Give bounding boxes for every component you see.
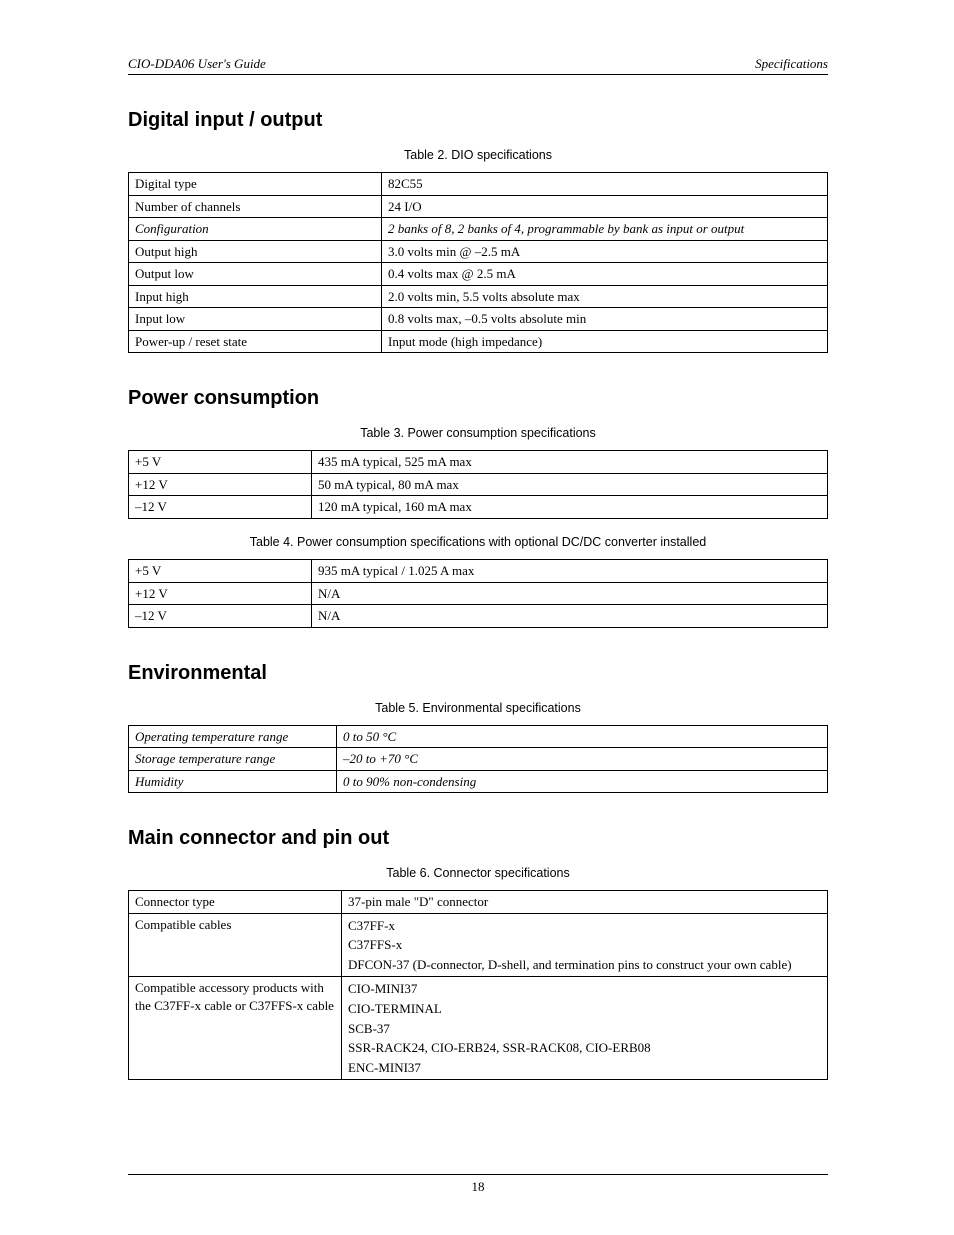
table-row: Output low0.4 volts max @ 2.5 mA <box>129 263 828 286</box>
spec-key: Digital type <box>129 173 382 196</box>
spec-key: Humidity <box>129 770 337 793</box>
heading-conn: Main connector and pin out <box>128 827 828 850</box>
spec-key: Power-up / reset state <box>129 330 382 353</box>
spec-value: 82C55 <box>382 173 828 196</box>
spec-value: N/A <box>312 582 828 605</box>
caption-table4: Table 4. Power consumption specification… <box>128 535 828 549</box>
spec-key: +12 V <box>129 582 312 605</box>
spec-value: C37FF-xC37FFS-xDFCON-37 (D-connector, D-… <box>342 913 828 977</box>
heading-dio: Digital input / output <box>128 109 828 132</box>
spec-value: Input mode (high impedance) <box>382 330 828 353</box>
table-dio: Digital type82C55Number of channels24 I/… <box>128 172 828 353</box>
table-env: Operating temperature range0 to 50 °CSto… <box>128 725 828 794</box>
spec-key: Input high <box>129 285 382 308</box>
table-row: Storage temperature range–20 to +70 °C <box>129 748 828 771</box>
spec-key: +5 V <box>129 560 312 583</box>
table-row: Humidity0 to 90% non-condensing <box>129 770 828 793</box>
spec-value: 2 banks of 8, 2 banks of 4, programmable… <box>382 218 828 241</box>
table-row: Connector type37-pin male "D" connector <box>129 891 828 914</box>
spec-key: Operating temperature range <box>129 725 337 748</box>
spec-value: 0.8 volts max, –0.5 volts absolute min <box>382 308 828 331</box>
table-row: Configuration2 banks of 8, 2 banks of 4,… <box>129 218 828 241</box>
spec-key: Output high <box>129 240 382 263</box>
table-power1: +5 V435 mA typical, 525 mA max+12 V50 mA… <box>128 450 828 519</box>
caption-table5: Table 5. Environmental specifications <box>128 701 828 715</box>
spec-value-line: SCB-37 <box>348 1019 821 1039</box>
spec-value: 0 to 90% non-condensing <box>337 770 828 793</box>
table-row: Operating temperature range0 to 50 °C <box>129 725 828 748</box>
spec-value: –20 to +70 °C <box>337 748 828 771</box>
spec-key: Input low <box>129 308 382 331</box>
table-row: –12 V120 mA typical, 160 mA max <box>129 496 828 519</box>
spec-key: Configuration <box>129 218 382 241</box>
page-number: 18 <box>128 1175 828 1195</box>
table-row: +5 V435 mA typical, 525 mA max <box>129 451 828 474</box>
spec-value-line: CIO-MINI37 <box>348 979 821 999</box>
table-row: Number of channels24 I/O <box>129 195 828 218</box>
spec-key: Output low <box>129 263 382 286</box>
spec-key: Compatible cables <box>129 913 342 977</box>
header-right: Specifications <box>755 56 828 72</box>
spec-key: +5 V <box>129 451 312 474</box>
spec-value: 24 I/O <box>382 195 828 218</box>
table-row: Input high2.0 volts min, 5.5 volts absol… <box>129 285 828 308</box>
page-body: CIO-DDA06 User's Guide Specifications Di… <box>128 56 828 1080</box>
table-row: +12 V50 mA typical, 80 mA max <box>129 473 828 496</box>
table-row: +5 V935 mA typical / 1.025 A max <box>129 560 828 583</box>
caption-table3: Table 3. Power consumption specification… <box>128 426 828 440</box>
spec-key: Number of channels <box>129 195 382 218</box>
spec-value: 37-pin male "D" connector <box>342 891 828 914</box>
spec-value-line: SSR-RACK24, CIO-ERB24, SSR-RACK08, CIO-E… <box>348 1038 821 1058</box>
header-left: CIO-DDA06 User's Guide <box>128 56 266 72</box>
spec-value-line: CIO-TERMINAL <box>348 999 821 1019</box>
spec-key: –12 V <box>129 605 312 628</box>
caption-table2: Table 2. DIO specifications <box>128 148 828 162</box>
spec-value: N/A <box>312 605 828 628</box>
table-power2: +5 V935 mA typical / 1.025 A max+12 VN/A… <box>128 559 828 628</box>
table-row: +12 VN/A <box>129 582 828 605</box>
spec-value: 0.4 volts max @ 2.5 mA <box>382 263 828 286</box>
heading-env: Environmental <box>128 662 828 685</box>
page-footer: 18 <box>128 1174 828 1195</box>
table-row: Compatible cablesC37FF-xC37FFS-xDFCON-37… <box>129 913 828 977</box>
spec-value: 50 mA typical, 80 mA max <box>312 473 828 496</box>
spec-key: Compatible accessory products with the C… <box>129 977 342 1080</box>
spec-value: 120 mA typical, 160 mA max <box>312 496 828 519</box>
spec-value-line: C37FFS-x <box>348 935 821 955</box>
table-conn: Connector type37-pin male "D" connectorC… <box>128 890 828 1080</box>
table-row: Digital type82C55 <box>129 173 828 196</box>
running-header: CIO-DDA06 User's Guide Specifications <box>128 56 828 75</box>
table-row: Output high3.0 volts min @ –2.5 mA <box>129 240 828 263</box>
spec-value: 3.0 volts min @ –2.5 mA <box>382 240 828 263</box>
table-row: Power-up / reset stateInput mode (high i… <box>129 330 828 353</box>
spec-value: 935 mA typical / 1.025 A max <box>312 560 828 583</box>
table-row: –12 VN/A <box>129 605 828 628</box>
spec-value-line: ENC-MINI37 <box>348 1058 821 1078</box>
heading-power: Power consumption <box>128 387 828 410</box>
caption-table6: Table 6. Connector specifications <box>128 866 828 880</box>
spec-value: 2.0 volts min, 5.5 volts absolute max <box>382 285 828 308</box>
spec-value: 435 mA typical, 525 mA max <box>312 451 828 474</box>
spec-value-line: C37FF-x <box>348 916 821 936</box>
spec-key: +12 V <box>129 473 312 496</box>
table-row: Input low0.8 volts max, –0.5 volts absol… <box>129 308 828 331</box>
spec-value: 0 to 50 °C <box>337 725 828 748</box>
spec-value-line: DFCON-37 (D-connector, D-shell, and term… <box>348 955 821 975</box>
spec-value: CIO-MINI37CIO-TERMINALSCB-37SSR-RACK24, … <box>342 977 828 1080</box>
spec-key: –12 V <box>129 496 312 519</box>
spec-key: Storage temperature range <box>129 748 337 771</box>
table-row: Compatible accessory products with the C… <box>129 977 828 1080</box>
spec-key: Connector type <box>129 891 342 914</box>
